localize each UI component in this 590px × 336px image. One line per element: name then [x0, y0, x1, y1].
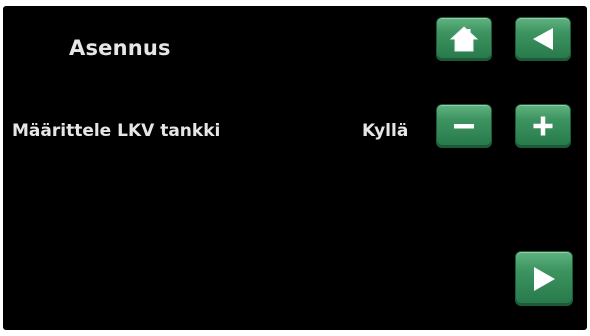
plus-icon — [528, 111, 558, 141]
decrease-button[interactable] — [436, 104, 492, 148]
page-title: Asennus — [69, 36, 171, 60]
setting-label: Määrittele LKV tankki — [12, 121, 221, 141]
minus-icon — [449, 111, 479, 141]
increase-button[interactable] — [515, 104, 571, 148]
setting-value: Kyllä — [362, 121, 409, 141]
next-button[interactable] — [515, 251, 573, 306]
arrow-left-icon — [528, 24, 558, 54]
arrow-right-icon — [528, 263, 560, 295]
home-button[interactable] — [436, 17, 492, 61]
back-button[interactable] — [515, 17, 571, 61]
home-icon — [449, 24, 479, 54]
display-screen: Asennus Määrittele LKV tankki Kyllä — [3, 6, 587, 330]
